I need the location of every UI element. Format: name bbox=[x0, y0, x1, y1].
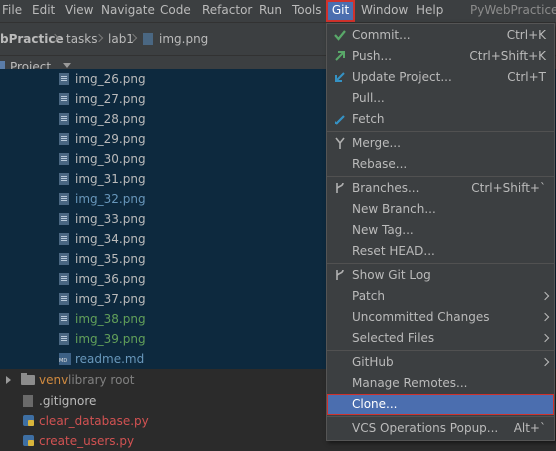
tree-row-label: img_36.png bbox=[75, 272, 146, 286]
image-file-icon bbox=[59, 233, 69, 245]
git-menu-rebase[interactable]: Rebase... bbox=[327, 154, 554, 175]
git-menu-vcs-popup[interactable]: VCS Operations Popup... Alt+` bbox=[327, 418, 554, 439]
menu-view[interactable]: View bbox=[65, 0, 93, 22]
git-menu-merge[interactable]: Merge... bbox=[327, 133, 554, 154]
tree-row-hint: library root bbox=[68, 373, 135, 387]
merge-icon bbox=[335, 137, 345, 149]
breadcrumb-file[interactable]: img.png bbox=[159, 23, 208, 55]
image-file-icon bbox=[143, 33, 153, 45]
tree-row-label: img_33.png bbox=[75, 212, 146, 226]
tree-row-label: readme.md bbox=[75, 352, 145, 366]
git-menu-manage-remotes[interactable]: Manage Remotes... bbox=[327, 373, 554, 394]
tree-row-label: img_27.png bbox=[75, 92, 146, 106]
menu-run[interactable]: Run bbox=[259, 0, 282, 22]
git-menu-push[interactable]: Push... Ctrl+Shift+K bbox=[327, 46, 554, 67]
git-menu-new-branch[interactable]: New Branch... bbox=[327, 199, 554, 220]
git-menu-patch[interactable]: Patch bbox=[327, 286, 554, 307]
image-file-icon bbox=[59, 273, 69, 285]
git-log-icon bbox=[336, 269, 344, 280]
menu-git[interactable]: Git bbox=[326, 0, 355, 22]
tree-row-label: img_32.png bbox=[75, 192, 146, 206]
git-menu-uncommitted-changes[interactable]: Uncommitted Changes bbox=[327, 307, 554, 328]
menu-separator bbox=[327, 263, 554, 264]
gitignore-file-icon bbox=[23, 395, 33, 407]
tree-row-label: img_37.png bbox=[75, 292, 146, 306]
tree-row-label: img_38.png bbox=[75, 312, 146, 326]
tree-row-label: img_35.png bbox=[75, 252, 146, 266]
image-file-icon bbox=[59, 313, 69, 325]
chevron-down-icon[interactable] bbox=[63, 63, 71, 68]
image-file-icon bbox=[59, 213, 69, 225]
image-file-icon bbox=[59, 173, 69, 185]
chevron-right-icon[interactable] bbox=[6, 376, 11, 384]
menu-refactor[interactable]: Refactor bbox=[202, 0, 252, 22]
menu-separator bbox=[327, 416, 554, 417]
git-menu-show-log[interactable]: Show Git Log bbox=[327, 265, 554, 286]
tree-row-label: img_39.png bbox=[75, 332, 146, 346]
submenu-arrow-icon bbox=[540, 291, 550, 301]
tree-row-label: img_29.png bbox=[75, 132, 146, 146]
tree-row-label: create_users.py bbox=[39, 434, 135, 448]
submenu-arrow-icon bbox=[540, 333, 550, 343]
checkmark-icon bbox=[334, 30, 346, 41]
submenu-arrow-icon bbox=[540, 357, 550, 367]
menu-separator bbox=[327, 350, 554, 351]
submenu-arrow-icon bbox=[540, 312, 550, 322]
tree-row-label: img_30.png bbox=[75, 152, 146, 166]
git-menu-reset-head[interactable]: Reset HEAD... bbox=[327, 241, 554, 262]
image-file-icon bbox=[59, 133, 69, 145]
menu-code[interactable]: Code bbox=[160, 0, 191, 22]
image-file-icon bbox=[59, 73, 69, 85]
menu-navigate[interactable]: Navigate bbox=[101, 0, 155, 22]
menu-bar: File Edit View Navigate Code Refactor Ru… bbox=[0, 0, 556, 22]
menu-edit[interactable]: Edit bbox=[32, 0, 55, 22]
image-file-icon bbox=[59, 253, 69, 265]
tree-row-label: img_28.png bbox=[75, 112, 146, 126]
branch-icon bbox=[336, 182, 344, 193]
tree-row-label: img_31.png bbox=[75, 172, 146, 186]
git-menu-selected-files[interactable]: Selected Files bbox=[327, 328, 554, 349]
git-menu-new-tag[interactable]: New Tag... bbox=[327, 220, 554, 241]
tree-row-label: venv bbox=[39, 373, 69, 387]
git-menu-pull[interactable]: Pull... bbox=[327, 88, 554, 109]
push-arrow-icon bbox=[335, 51, 345, 61]
update-arrow-icon bbox=[335, 72, 345, 82]
image-file-icon bbox=[59, 93, 69, 105]
git-menu-commit[interactable]: Commit... Ctrl+K bbox=[327, 25, 554, 46]
image-file-icon bbox=[59, 153, 69, 165]
tree-row-label: img_34.png bbox=[75, 232, 146, 246]
app-title: PyWebPractice bbox=[470, 3, 556, 17]
image-file-icon bbox=[59, 193, 69, 205]
tree-row-label: clear_database.py bbox=[39, 414, 149, 428]
git-menu-clone[interactable]: Clone... bbox=[327, 394, 554, 415]
git-menu-update-project[interactable]: Update Project... Ctrl+T bbox=[327, 67, 554, 88]
git-menu: Commit... Ctrl+K Push... Ctrl+Shift+K Up… bbox=[326, 23, 555, 441]
tree-row-label: img_26.png bbox=[75, 72, 146, 86]
image-file-icon bbox=[59, 293, 69, 305]
git-menu-fetch[interactable]: Fetch bbox=[327, 109, 554, 130]
git-menu-github[interactable]: GitHub bbox=[327, 352, 554, 373]
image-file-icon bbox=[59, 333, 69, 345]
menu-file[interactable]: File bbox=[2, 0, 22, 22]
breadcrumb-tasks[interactable]: tasks bbox=[66, 23, 98, 55]
git-menu-branches[interactable]: Branches... Ctrl+Shift+` bbox=[327, 178, 554, 199]
fetch-icon bbox=[335, 115, 345, 125]
menu-window[interactable]: Window bbox=[361, 0, 408, 22]
image-file-icon bbox=[59, 113, 69, 125]
menu-tools[interactable]: Tools bbox=[292, 0, 322, 22]
menu-separator bbox=[327, 176, 554, 177]
menu-separator bbox=[327, 131, 554, 132]
tree-row-label: .gitignore bbox=[39, 394, 97, 408]
menu-help[interactable]: Help bbox=[416, 0, 443, 22]
folder-icon bbox=[21, 373, 35, 385]
markdown-file-icon bbox=[59, 353, 71, 365]
python-file-icon bbox=[23, 415, 34, 426]
